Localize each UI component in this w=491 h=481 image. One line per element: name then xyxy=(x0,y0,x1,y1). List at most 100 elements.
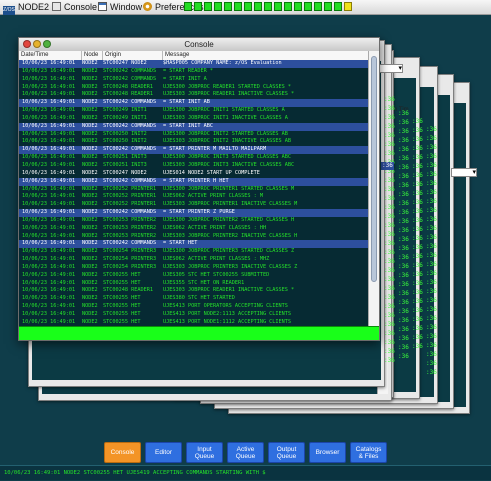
log-row[interactable]: 10/06/23 16:49:01 NODE2 STC00249 INIT1 UJES… xyxy=(19,107,369,115)
log-row[interactable]: 10/06/23 16:49:01 NODE2 STC00251 INIT3 UJES… xyxy=(19,154,369,162)
log-datetime: 10/06/23 16:49:01 xyxy=(22,279,76,286)
log-datetime: 10/06/23 16:49:01 xyxy=(22,161,76,168)
log-row[interactable]: 10/06/23 16:49:01 NODE2 STC00254 PRINTER3 U… xyxy=(19,256,369,264)
console-log[interactable]: 10/06/23 16:49:01 NODE2 STC00247 NODE2 $HAS… xyxy=(19,60,369,326)
background-log-number: :36 xyxy=(384,321,395,328)
column-header-message[interactable]: Message xyxy=(163,51,369,60)
close-button[interactable] xyxy=(23,40,31,48)
console-menu[interactable]: Console xyxy=(52,1,97,13)
console-titlebar[interactable]: Console xyxy=(19,38,379,52)
log-row[interactable]: 10/06/23 16:49:01 NODE2 STC00249 INIT1 UJES… xyxy=(19,115,369,123)
log-row[interactable]: 10/06/23 16:49:01 NODE2 STC00242 COMMANDS =… xyxy=(19,240,369,249)
log-row[interactable]: 10/06/23 16:49:01 NODE2 STC00242 COMMANDS =… xyxy=(19,99,369,108)
log-row[interactable]: 10/06/23 16:49:01 NODE2 STC00242 COMMANDS =… xyxy=(19,76,369,84)
background-log-number: :36 xyxy=(412,208,423,215)
log-row[interactable]: 10/06/23 16:49:01 NODE2 STC00242 COMMANDS =… xyxy=(19,122,369,131)
log-node: NODE2 xyxy=(82,240,98,247)
log-row[interactable]: 10/06/23 16:49:01 NODE2 STC00242 COMMANDS =… xyxy=(19,68,369,76)
log-message: UJES303 JOBPROC INIT2 INACTIVE CLASSES A… xyxy=(163,138,292,145)
log-row[interactable]: 10/06/23 16:49:01 NODE2 STC00254 PRINTER3 U… xyxy=(19,264,369,272)
log-node: NODE2 xyxy=(82,75,98,82)
log-row[interactable]: 10/06/23 16:49:01 NODE2 STC00247 NODE2 UJES… xyxy=(19,170,369,178)
log-datetime: 10/06/23 16:49:01 xyxy=(22,130,76,137)
log-row[interactable]: 10/06/23 16:49:01 NODE2 STC00248 READER1 UJ… xyxy=(19,91,369,99)
log-row[interactable]: 10/06/23 16:49:01 NODE2 STC00255 HET UJES30… xyxy=(19,272,369,280)
toolbar-button-input-queue[interactable]: Input Queue xyxy=(186,442,223,463)
background-log-number: :36 xyxy=(412,271,423,278)
log-origin: STC00242 COMMANDS xyxy=(103,122,157,129)
background-log-number: :36 xyxy=(426,153,437,160)
log-datetime: 10/06/23 16:49:01 xyxy=(22,83,76,90)
status-indicator-led xyxy=(204,2,212,11)
command-input-bar[interactable] xyxy=(19,326,379,340)
column-header-node[interactable]: Node xyxy=(82,51,103,60)
status-indicator-led xyxy=(284,2,292,11)
console-window[interactable]: Console Date/Time Node Origin Message 10… xyxy=(18,37,380,341)
background-dropdown-2[interactable]: ▾ xyxy=(451,168,477,177)
background-log-number: :36 xyxy=(412,163,423,170)
app-menu[interactable]: Z/OS NODE2 xyxy=(3,1,49,15)
log-row[interactable]: 10/06/23 16:49:01 NODE2 STC00254 PRINTER3 U… xyxy=(19,248,369,256)
log-row[interactable]: 10/06/23 16:49:01 NODE2 STC00255 HET UJES35… xyxy=(19,280,369,288)
log-row[interactable]: 10/06/23 16:49:01 NODE2 STC00248 READER1 UJ… xyxy=(19,287,369,295)
toolbar-button-console[interactable]: Console xyxy=(104,442,141,463)
column-header-origin[interactable]: Origin xyxy=(103,51,163,60)
toolbar-button-catalogs-files[interactable]: Catalogs & Files xyxy=(350,442,387,463)
window-menu[interactable]: Window xyxy=(98,1,142,13)
background-dropdown[interactable]: ▾ xyxy=(377,64,403,73)
log-origin: STC00252 PRINTER1 xyxy=(103,201,157,208)
toolbar-button-active-queue[interactable]: Active Queue xyxy=(227,442,264,463)
scrollbar-thumb[interactable] xyxy=(371,56,377,282)
log-row[interactable]: 10/06/23 16:49:01 NODE2 STC00247 NODE2 $HAS… xyxy=(19,60,369,68)
background-log-number: :36 xyxy=(412,298,423,305)
background-log-number: :36 xyxy=(398,281,409,288)
background-log-number: :36 xyxy=(412,253,423,260)
log-row[interactable]: 10/06/23 16:49:01 NODE2 STC00255 HET UJES41… xyxy=(19,319,369,326)
log-row[interactable]: 10/06/23 16:49:01 NODE2 STC00250 INIT2 UJES… xyxy=(19,138,369,146)
background-log-number: :36 xyxy=(426,252,437,259)
toolbar-button-browser[interactable]: Browser xyxy=(309,442,346,463)
log-message: UJES413 PORT OPERATORS ACCEPTING CLIENTS xyxy=(163,303,288,310)
status-indicator-led xyxy=(334,2,342,11)
log-message: $HASP005 COMPANY NAME: z/OS Evaluation xyxy=(163,60,282,66)
log-row[interactable]: 10/06/23 16:49:01 NODE2 STC00248 READER1 UJ… xyxy=(19,84,369,92)
log-datetime: 10/06/23 16:49:01 xyxy=(22,99,76,106)
background-log-number: :36 xyxy=(398,254,409,261)
log-row[interactable]: 10/06/23 16:49:01 NODE2 STC00252 PRINTER1 U… xyxy=(19,186,369,194)
log-row[interactable]: 10/06/23 16:49:01 NODE2 STC00250 INIT2 UJES… xyxy=(19,131,369,139)
log-node: NODE2 xyxy=(82,271,98,278)
log-row[interactable]: 10/06/23 16:49:01 NODE2 STC00253 PRINTER2 U… xyxy=(19,217,369,225)
log-node: NODE2 xyxy=(82,99,98,106)
log-row[interactable]: 10/06/23 16:49:01 NODE2 STC00251 INIT3 UJES… xyxy=(19,162,369,170)
background-log-number: :36 xyxy=(426,306,437,313)
log-node: NODE2 xyxy=(82,177,98,184)
log-row[interactable]: 10/06/23 16:49:01 NODE2 STC00253 PRINTER2 U… xyxy=(19,233,369,241)
log-row[interactable]: 10/06/23 16:49:01 NODE2 STC00255 HET UJES41… xyxy=(19,303,369,311)
log-message: UJES355 STC HET ON READER1 xyxy=(163,279,245,286)
log-message: = START INIT A xyxy=(163,75,207,82)
zoom-button[interactable] xyxy=(43,40,51,48)
column-header-datetime[interactable]: Date/Time xyxy=(19,51,82,60)
log-row[interactable]: 10/06/23 16:49:01 NODE2 STC00253 PRINTER2 U… xyxy=(19,225,369,233)
log-message: UJES300 JOBPROC PRINTER2 STARTED CLASSES… xyxy=(163,216,295,223)
log-node: NODE2 xyxy=(82,91,98,98)
log-row[interactable]: 10/06/23 16:49:01 NODE2 STC00242 COMMANDS =… xyxy=(19,209,369,217)
background-log-number: :36 xyxy=(398,137,409,144)
status-indicator-led xyxy=(254,2,262,11)
log-row[interactable]: 10/06/23 16:49:01 NODE2 STC00252 PRINTER1 U… xyxy=(19,201,369,209)
log-row[interactable]: 10/06/23 16:49:01 NODE2 STC00242 COMMANDS =… xyxy=(19,146,369,155)
minimize-button[interactable] xyxy=(33,40,41,48)
toolbar-button-output-queue[interactable]: Output Queue xyxy=(268,442,305,463)
log-node: NODE2 xyxy=(82,303,98,310)
log-row[interactable]: 10/06/23 16:49:01 NODE2 STC00242 COMMANDS =… xyxy=(19,177,369,186)
log-node: NODE2 xyxy=(82,311,98,317)
log-message: = START INIT ABC xyxy=(163,122,213,129)
log-node: NODE2 xyxy=(82,193,98,200)
log-row[interactable]: 10/06/23 16:49:01 NODE2 STC00255 HET UJES41… xyxy=(19,311,369,319)
console-scrollbar[interactable] xyxy=(368,51,379,326)
log-row[interactable]: 10/06/23 16:49:01 NODE2 STC00252 PRINTER1 U… xyxy=(19,193,369,201)
log-row[interactable]: 10/06/23 16:49:01 NODE2 STC00255 HET UJES38… xyxy=(19,295,369,303)
log-message: = START INIT AB xyxy=(163,99,210,106)
background-log-number: :36 xyxy=(398,308,409,315)
toolbar-button-editor[interactable]: Editor xyxy=(145,442,182,463)
